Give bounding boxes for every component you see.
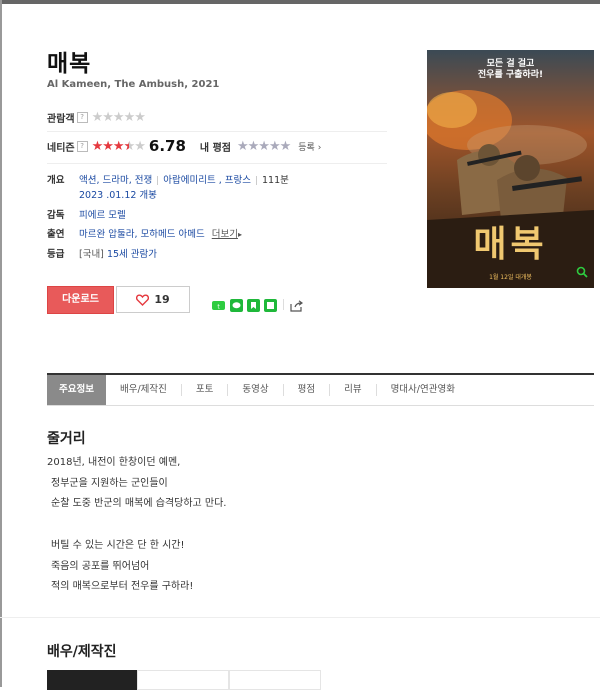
grade-prefix: [국내] (79, 249, 104, 260)
top-bar (0, 0, 600, 4)
share-icon[interactable] (290, 297, 304, 312)
synopsis-line: 죽음의 공포를 뛰어넘어 (51, 560, 150, 572)
poster-title: 매복 (473, 224, 548, 265)
movie-poster[interactable]: 모든 걸 걸고 전우를 구출하라! 매복 1월 12일 대개봉 (427, 50, 594, 288)
divider (47, 163, 387, 164)
tab-quotes[interactable]: 명대사/연관영화 (377, 384, 469, 396)
director-link[interactable]: 피에르 모렐 (79, 207, 126, 221)
tab-cast[interactable]: 배우/제작진 (106, 384, 182, 396)
divider (47, 131, 387, 132)
netizen-rating-row: 네티즌 ? ★★★★★★ 6.78 내 평점 ★★★★★ 등록 › (47, 137, 321, 155)
genre-link[interactable]: 액션, 드라마, 전쟁 (79, 175, 152, 186)
cast-photo[interactable] (47, 670, 137, 690)
synopsis-line: 적의 매복으로부터 전우를 구하라! (51, 581, 194, 593)
section-divider (0, 617, 600, 618)
netizen-label: 네티즌 (47, 142, 75, 154)
synopsis-line: 버틸 수 있는 시간은 단 한 시간! (51, 539, 185, 551)
tab-video[interactable]: 동영상 (228, 384, 284, 396)
poster-tagline: 모든 걸 걸고 전우를 구출하라! (477, 59, 544, 80)
grade-link[interactable]: 15세 관람가 (107, 249, 157, 260)
grade-label: 등급 (47, 249, 65, 260)
synopsis-line: 순찰 도중 반군의 매복에 습격당하고 만다. (51, 498, 227, 510)
tab-photo[interactable]: 포토 (182, 384, 229, 396)
tab-bar: 주요정보 배우/제작진 포토 동영상 평점 리뷰 명대사/연관영화 (47, 373, 594, 406)
release-date[interactable]: 2023 .01.12 개봉 (79, 190, 157, 201)
tab-main-info[interactable]: 주요정보 (47, 375, 106, 405)
movie-info: 개요 액션, 드라마, 전쟁 아랍에미리트 , 프랑스 111분 2023 .01.… (47, 172, 397, 292)
register-link[interactable]: 등록 › (298, 140, 321, 153)
runtime: 111분 (262, 175, 289, 186)
audience-rating-row: 관람객 ? ★★★★★ (47, 110, 146, 125)
cast-section-heading: 배우/제작진 (47, 644, 117, 660)
tab-review[interactable]: 리뷰 (330, 384, 377, 396)
synopsis-line: 정부군을 지원하는 군인들이 (51, 477, 168, 489)
bookmark-share-icon[interactable] (247, 297, 260, 312)
tab-rating[interactable]: 평점 (284, 384, 331, 396)
country-link[interactable]: 아랍에미리트 , 프랑스 (163, 175, 251, 186)
more-link[interactable]: 더보기 (212, 229, 238, 240)
cast-label: 출연 (47, 229, 65, 240)
synopsis-text: 2018년, 내전이 한창이던 예멘, 정부군을 지원하는 군인들이 순찰 도중… (47, 453, 226, 598)
overview-label: 개요 (47, 175, 65, 186)
like-count: 19 (154, 293, 170, 306)
poster-release-note: 1월 12일 대개봉 (489, 274, 532, 281)
movie-subtitle: Al Kameen, The Ambush, 2021 (47, 79, 220, 90)
download-button[interactable]: 다운로드 (47, 286, 114, 314)
chevron-right-icon: › (317, 142, 322, 153)
netizen-stars: ★★★★★★ (91, 138, 146, 154)
director-label: 감독 (47, 210, 65, 221)
movie-title: 매복 (47, 51, 92, 77)
like-button[interactable]: 19 (116, 286, 190, 313)
heart-icon (136, 293, 150, 306)
my-rating-stars[interactable]: ★★★★★ (237, 139, 291, 154)
separator (157, 176, 159, 185)
audience-stars: ★★★★★ (91, 110, 146, 125)
chevron-right-icon: ▸ (237, 230, 242, 239)
band-share-icon[interactable] (264, 297, 277, 312)
zoom-icon[interactable] (576, 263, 588, 282)
my-rating-label: 내 평점 (199, 142, 231, 154)
synopsis-heading: 줄거리 (47, 431, 86, 447)
help-icon[interactable]: ? (76, 112, 88, 123)
help-icon[interactable]: ? (76, 140, 88, 152)
naver-share-icon[interactable]: t (212, 297, 225, 311)
cast-card[interactable] (137, 670, 229, 690)
cast-card[interactable] (229, 670, 321, 690)
left-edge (0, 0, 2, 687)
netizen-score: 6.78 (148, 137, 186, 155)
cast-link[interactable]: 마르완 압둘라, 모하메드 아메드 (79, 229, 205, 240)
separator (283, 299, 284, 310)
synopsis-line (47, 515, 226, 536)
separator (256, 176, 257, 185)
line-share-icon[interactable] (230, 297, 243, 312)
synopsis-line: 2018년, 내전이 한창이던 예멘, (47, 457, 181, 468)
audience-label: 관람객 (47, 114, 75, 125)
